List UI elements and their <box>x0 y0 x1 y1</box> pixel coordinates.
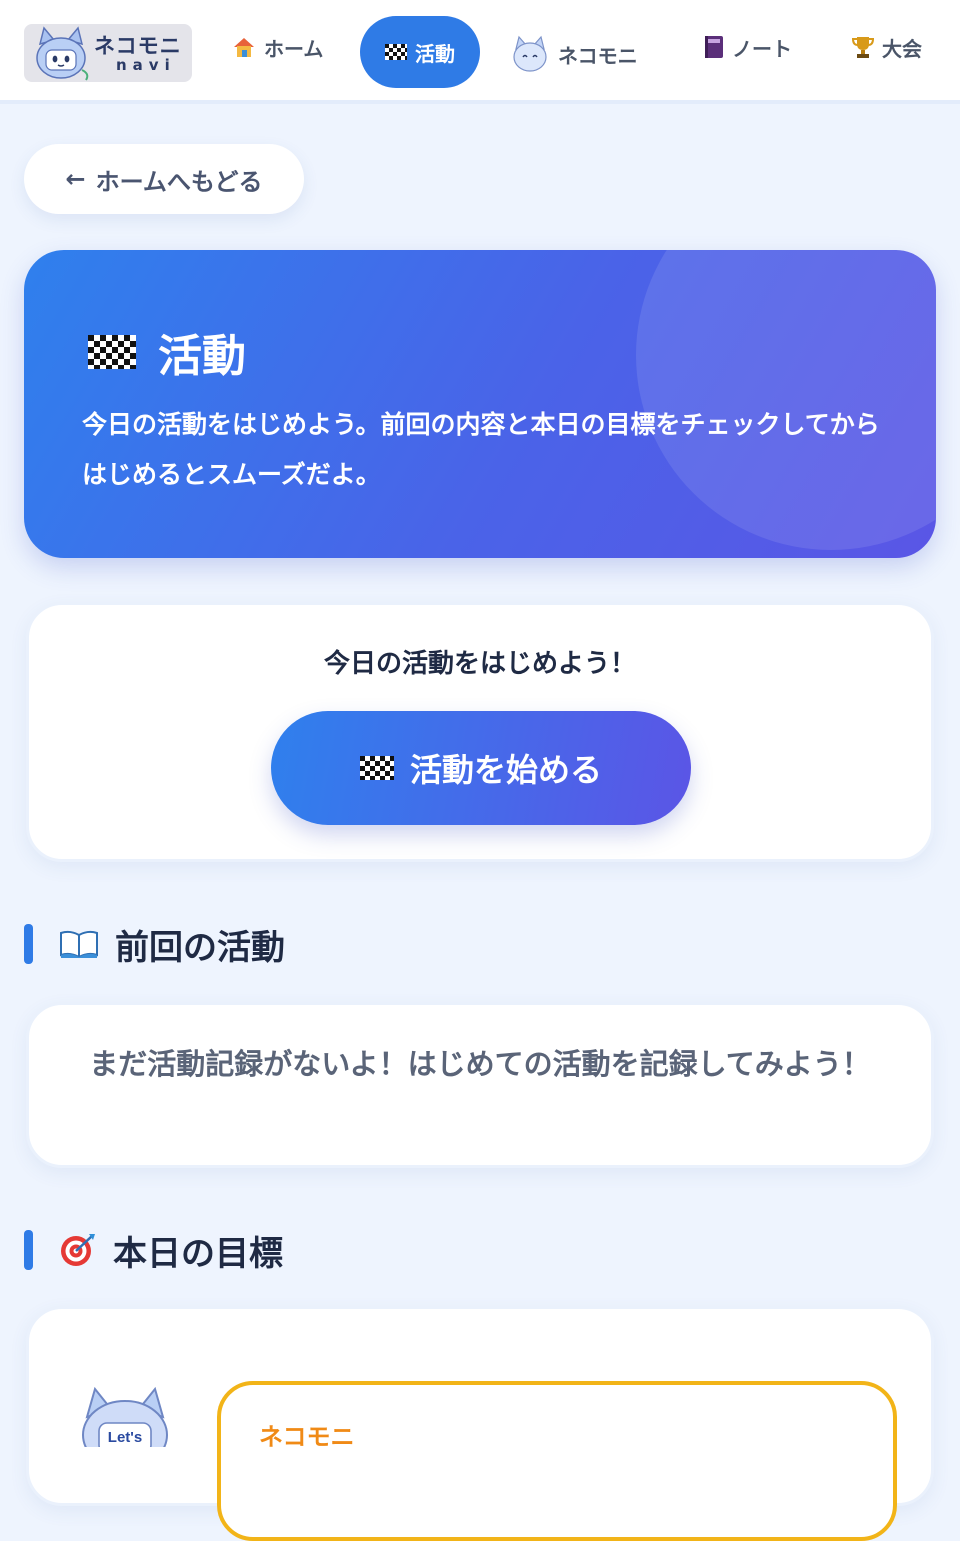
section-title: 前回の活動 <box>115 927 285 968</box>
notebook-icon <box>705 36 723 58</box>
nav-item-label: ネコモニ <box>558 43 638 68</box>
cat-mascot-icon <box>36 26 89 81</box>
arrow-left-icon: ← <box>65 165 86 193</box>
cat-icon <box>513 35 547 72</box>
today-goal-card: Let's ネコモニ <box>26 1306 934 1541</box>
open-book-icon <box>60 930 98 959</box>
previous-activity-heading: 前回の活動 <box>24 924 285 968</box>
top-nav-bar: ネコモニ navi ホーム 活動 ネコモニ ノート 大会 <box>0 0 960 104</box>
back-to-home-button[interactable]: ← ホームへもどる <box>24 144 304 214</box>
page-title: 活動 <box>88 320 246 384</box>
nav-item-label: 活動 <box>415 41 455 66</box>
nav-item-label: 大会 <box>882 36 922 61</box>
mascot-speech-bubble: ネコモニ <box>217 1381 897 1541</box>
nav-item-home[interactable]: ホーム <box>232 30 323 64</box>
hero-title-text: 活動 <box>158 331 246 382</box>
start-activity-button[interactable]: 活動を始める <box>271 711 691 825</box>
today-goal-heading: 本日の目標 <box>24 1230 283 1274</box>
start-prompt: 今日の活動をはじめよう！ <box>323 649 636 679</box>
app-logo[interactable]: ネコモニ navi <box>24 24 192 82</box>
nav-item-label: ノート <box>732 36 792 61</box>
speaker-name: ネコモニ <box>259 1423 355 1451</box>
nav-item-activity[interactable]: 活動 <box>360 16 480 88</box>
section-accent-bar <box>24 924 33 964</box>
nav-item-label: ホーム <box>264 36 324 61</box>
back-button-label: ホームへもどる <box>95 167 263 196</box>
trophy-icon <box>852 37 874 58</box>
nav-item-note[interactable]: ノート <box>704 30 792 64</box>
house-icon <box>234 38 254 57</box>
section-accent-bar <box>24 1230 33 1270</box>
logo-subtitle: navi <box>116 56 176 74</box>
activity-hero-banner: 活動 今日の活動をはじめよう。前回の内容と本日の目標をチェックしてからはじめると… <box>24 250 936 558</box>
checkered-flag-icon <box>88 335 136 369</box>
start-button-label: 活動を始める <box>409 751 602 789</box>
checkered-flag-icon <box>359 756 394 780</box>
section-title: 本日の目標 <box>113 1233 283 1274</box>
cat-mascot-icon: Let's <box>82 1387 168 1447</box>
mascot-badge-text: Let's <box>108 1429 142 1446</box>
start-activity-card: 今日の活動をはじめよう！ 活動を始める <box>26 602 934 862</box>
hero-description: 今日の活動をはじめよう。前回の内容と本日の目標をチェックしてからはじめるとスムー… <box>82 410 880 489</box>
target-icon <box>61 1234 95 1266</box>
checkered-flag-icon <box>385 44 407 60</box>
previous-activity-card: まだ活動記録がないよ！はじめての活動を記録してみよう！ <box>26 1002 934 1168</box>
nav-item-nekomoni[interactable]: ネコモニ <box>510 34 638 74</box>
empty-state-message: まだ活動記録がないよ！はじめての活動を記録してみよう！ <box>89 1047 871 1081</box>
nav-item-tournament[interactable]: 大会 <box>852 30 922 64</box>
